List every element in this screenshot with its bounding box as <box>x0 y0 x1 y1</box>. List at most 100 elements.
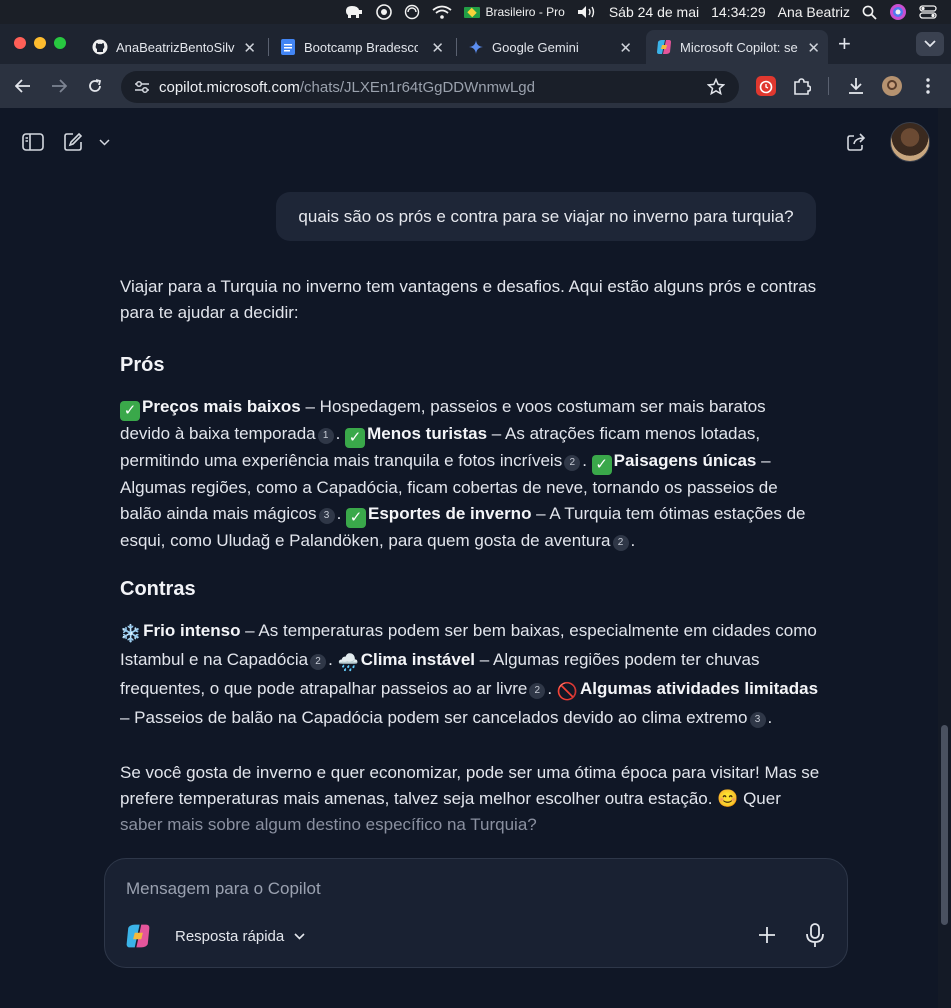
pro-title: Esportes de inverno <box>368 504 532 523</box>
microphone-icon[interactable] <box>803 921 827 949</box>
macos-menu-bar: Brasileiro - Pro Sáb 24 de mai 14:34:29 … <box>0 0 951 24</box>
citation-badge[interactable]: 2 <box>612 535 629 551</box>
citation-badge[interactable]: 1 <box>317 428 334 444</box>
check-mark-icon: ✓ <box>346 508 367 528</box>
user-avatar[interactable] <box>890 122 930 162</box>
spotlight-search-icon[interactable] <box>862 5 877 20</box>
con-title: Clima instável <box>360 650 476 669</box>
snowflake-icon: ❄️ <box>120 624 142 643</box>
close-window-button[interactable] <box>14 37 26 49</box>
close-tab-icon[interactable]: ✕ <box>431 39 444 57</box>
browser-tab-strip: AnaBeatrizBentoSilv ✕ Bootcamp Bradesco … <box>0 24 951 64</box>
closing-paragraph: Se você gosta de inverno e quer economiz… <box>120 760 820 838</box>
cons-paragraph: ❄️ Frio intenso – As temperaturas podem s… <box>120 621 819 728</box>
sync-icon[interactable] <box>404 4 420 20</box>
pro-title: Preços mais baixos <box>142 397 301 416</box>
back-button[interactable] <box>13 76 33 96</box>
browser-toolbar: copilot.microsoft.com/chats/JLXEn1r64tGg… <box>0 64 951 108</box>
check-mark-icon: ✓ <box>591 455 612 475</box>
antivirus-icon[interactable] <box>376 4 393 20</box>
add-attachment-icon[interactable] <box>755 923 779 947</box>
rain-cloud-icon: 🌧️ <box>337 653 359 672</box>
volume-icon[interactable] <box>577 5 597 19</box>
brazil-flag-icon <box>464 6 481 18</box>
citation-badge[interactable]: 2 <box>564 455 581 471</box>
copilot-logo-icon <box>125 923 151 949</box>
wifi-icon[interactable] <box>432 5 453 19</box>
tab-gemini[interactable]: Google Gemini ✕ <box>458 30 640 64</box>
message-composer[interactable]: Mensagem para o Copilot Resposta rápida <box>104 858 848 968</box>
new-chat-icon[interactable] <box>62 131 84 153</box>
chevron-down-icon[interactable] <box>98 137 110 147</box>
tab-search-button[interactable] <box>916 32 944 56</box>
close-tab-icon[interactable]: ✕ <box>243 39 256 57</box>
tab-title: Microsoft Copilot: se <box>680 39 798 55</box>
copilot-page: quais são os prós e contra para se viaja… <box>0 108 951 1008</box>
share-icon[interactable] <box>845 131 867 153</box>
con-title: Frio intenso <box>143 621 241 640</box>
input-source-label: Brasileiro - Pro <box>485 5 565 19</box>
closing-text: Se você gosta de inverno e quer economiz… <box>120 763 820 808</box>
browser-menu-icon[interactable] <box>917 75 939 97</box>
extension-timer-icon[interactable] <box>755 75 777 97</box>
copilot-icon <box>656 39 672 55</box>
maximize-window-button[interactable] <box>54 37 66 49</box>
arrow-left-icon <box>15 79 30 93</box>
con-title: Algumas atividades limitadas <box>579 679 819 698</box>
extensions-puzzle-icon[interactable] <box>791 75 813 97</box>
site-info-icon[interactable] <box>133 78 151 96</box>
citation-badge[interactable]: 2 <box>529 683 546 699</box>
user-message-bubble: quais são os prós e contra para se viaja… <box>276 192 816 241</box>
prohibited-icon: 🚫 <box>556 682 578 701</box>
chevron-down-icon <box>294 933 305 940</box>
siri-icon[interactable] <box>889 3 907 21</box>
tab-title: Google Gemini <box>492 39 579 55</box>
gemini-icon <box>468 39 484 55</box>
con-text: – Passeios de balão na Capadócia podem s… <box>120 708 748 727</box>
chevron-down-icon <box>924 40 936 48</box>
check-mark-icon: ✓ <box>120 401 140 421</box>
forward-button[interactable] <box>49 76 69 96</box>
downloads-icon[interactable] <box>845 75 867 97</box>
menubar-time[interactable]: 14:34:29 <box>711 4 766 20</box>
cons-heading: Contras <box>120 578 196 600</box>
github-icon <box>92 39 108 55</box>
window-controls <box>14 37 66 49</box>
response-mode-label: Resposta rápida <box>175 928 285 945</box>
elephant-icon[interactable] <box>344 5 364 19</box>
assistant-intro: Viajar para a Turquia no inverno tem van… <box>120 277 817 322</box>
minimize-window-button[interactable] <box>34 37 46 49</box>
response-mode-selector[interactable]: Resposta rápida <box>175 928 305 945</box>
control-center-icon[interactable] <box>919 5 937 19</box>
pro-title: Menos turistas <box>367 424 488 443</box>
tab-title: Bootcamp Bradesco <box>304 39 418 55</box>
tab-copilot[interactable]: Microsoft Copilot: se ✕ <box>646 30 828 64</box>
close-tab-icon[interactable]: ✕ <box>807 39 820 57</box>
page-scrollbar-thumb[interactable] <box>941 725 948 925</box>
menubar-user[interactable]: Ana Beatriz <box>778 4 850 20</box>
input-source-menu[interactable]: Brasileiro - Pro <box>464 5 565 19</box>
menubar-date[interactable]: Sáb 24 de mai <box>609 4 699 20</box>
citation-badge[interactable]: 3 <box>318 508 335 524</box>
new-tab-button[interactable]: + <box>838 33 851 55</box>
close-tab-icon[interactable]: ✕ <box>619 39 632 57</box>
citation-badge[interactable]: 2 <box>310 654 327 670</box>
toolbar-divider <box>828 77 829 95</box>
citation-badge[interactable]: 3 <box>749 712 766 728</box>
url-path: /chats/JLXEn1r64tGgDDWnmwLgd <box>299 78 535 96</box>
tab-title: AnaBeatrizBentoSilv <box>116 39 235 55</box>
user-message-text: quais são os prós e contra para se viaja… <box>298 206 794 226</box>
bookmark-star-icon[interactable] <box>706 77 726 100</box>
tab-github[interactable]: AnaBeatrizBentoSilv ✕ <box>82 30 264 64</box>
pro-title: Paisagens únicas <box>613 451 757 470</box>
reload-icon <box>89 79 102 92</box>
sidebar-toggle-icon[interactable] <box>22 132 44 152</box>
address-bar[interactable]: copilot.microsoft.com/chats/JLXEn1r64tGg… <box>121 71 739 103</box>
profile-avatar-icon[interactable] <box>881 75 903 97</box>
closing-question: saber mais sobre algum destino específic… <box>120 815 537 834</box>
reload-button[interactable] <box>85 76 105 96</box>
tab-bootcamp[interactable]: Bootcamp Bradesco ✕ <box>270 30 452 64</box>
pros-heading: Prós <box>120 354 165 376</box>
check-mark-icon: ✓ <box>345 428 366 448</box>
message-input-placeholder[interactable]: Mensagem para o Copilot <box>126 879 321 899</box>
